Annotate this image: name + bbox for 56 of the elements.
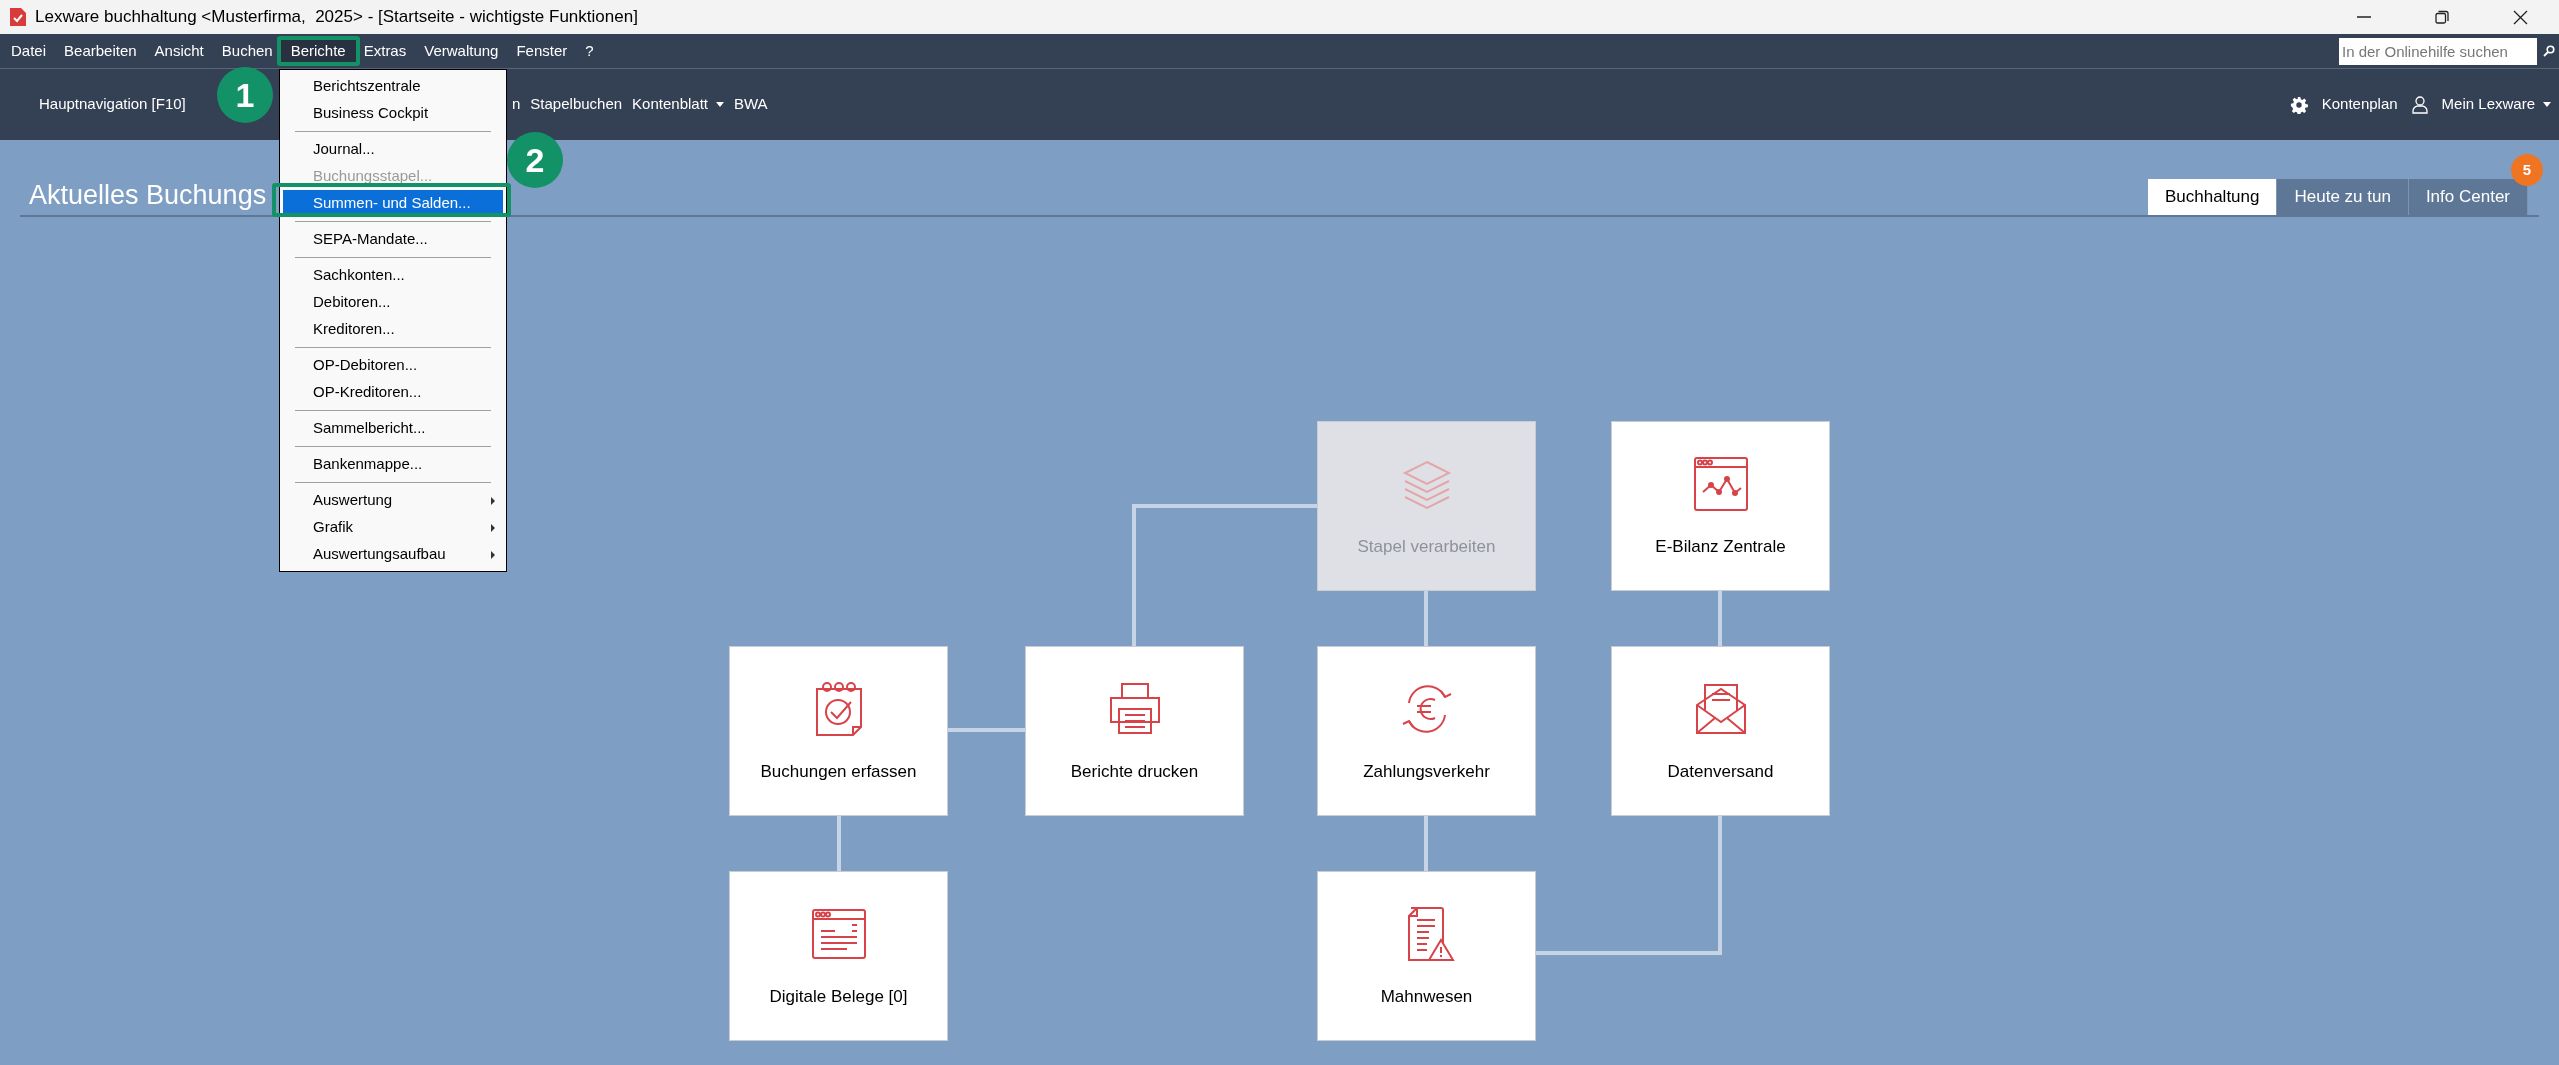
close-icon [2512, 9, 2528, 25]
help-search-field[interactable]: In der Onlinehilfe suchen [2339, 37, 2537, 65]
submenu-arrow-icon [491, 496, 495, 505]
menu-item[interactable]: Kreditoren... [283, 316, 503, 343]
function-tile[interactable]: Digitale Belege [0] [729, 871, 948, 1041]
menu-item[interactable]: Sammelbericht... [283, 415, 503, 442]
menu-item[interactable]: Auswertung [283, 487, 503, 514]
user-icon[interactable] [2411, 95, 2428, 114]
step-number-marker: 2 [507, 132, 563, 188]
settings-icon[interactable] [2289, 95, 2308, 114]
function-tile[interactable]: Mahnwesen [1317, 871, 1536, 1041]
nav-link[interactable]: Stapelbuchen [530, 93, 623, 116]
menu-item[interactable]: Berichtszentrale [283, 73, 503, 100]
menu-item[interactable]: Fenster [507, 36, 577, 66]
nav-link[interactable]: Mein Lexware [2441, 93, 2551, 116]
menu-item[interactable]: Journal... [283, 136, 503, 163]
menu-item[interactable]: Sachkonten... [283, 262, 503, 289]
tab[interactable]: Buchhaltung [2147, 179, 2278, 215]
connector-line [1424, 591, 1428, 646]
connector-line [1718, 591, 1722, 646]
function-tile[interactable]: Datenversand [1611, 646, 1830, 816]
page-title: Aktuelles Buchungs [29, 182, 267, 212]
window-title: Lexware buchhaltung <Musterfirma, 2025> - [Startseite - wichtigste Funktionen] [35, 6, 638, 29]
notification-badge: 5 [2511, 154, 2543, 186]
nav-link[interactable]: Kontenblatt [632, 93, 724, 116]
menu-item[interactable]: Ansicht [145, 36, 213, 66]
function-tile[interactable]: E-Bilanz Zentrale [1611, 421, 1830, 591]
connector-line [1424, 816, 1428, 871]
menu-item[interactable]: Debitoren... [283, 289, 503, 316]
menu-item[interactable]: Datei [2, 36, 56, 66]
tab[interactable]: Heute zu tun [2277, 179, 2409, 215]
menu-item[interactable]: SEPA-Mandate... [283, 226, 503, 253]
menu-item[interactable]: OP-Debitoren... [283, 352, 503, 379]
nav-link[interactable]: Kontenplan [2321, 93, 2398, 116]
menu-item[interactable]: Berichte [276, 36, 360, 66]
menu-item[interactable]: OP-Kreditoren... [283, 379, 503, 406]
menu-item[interactable]: Verwaltung [415, 36, 508, 66]
menu-item[interactable]: Bearbeiten [55, 36, 146, 66]
nav-link[interactable]: n [512, 93, 521, 116]
app-logo-icon [9, 7, 27, 27]
tab[interactable]: Info Center [2408, 179, 2528, 215]
menu-item[interactable]: Bankenmappe... [283, 451, 503, 478]
connector-line [837, 816, 841, 871]
menu-item[interactable]: Auswertungsaufbau [283, 541, 503, 568]
minimize-icon [2357, 16, 2371, 18]
function-tile[interactable]: Berichte drucken [1025, 646, 1244, 816]
submenu-arrow-icon [491, 550, 495, 559]
function-tile[interactable]: Zahlungsverkehr [1317, 646, 1536, 816]
nav-link[interactable]: BWA [734, 93, 768, 116]
menu-item[interactable]: Business Cockpit [283, 100, 503, 127]
function-tile[interactable]: Buchungen erfassen [729, 646, 948, 816]
restore-icon [2435, 10, 2449, 24]
menu-item[interactable]: ? [576, 36, 603, 66]
menu-item[interactable]: Grafik [283, 514, 503, 541]
search-icon[interactable] [2543, 45, 2555, 57]
submenu-arrow-icon [491, 523, 495, 532]
